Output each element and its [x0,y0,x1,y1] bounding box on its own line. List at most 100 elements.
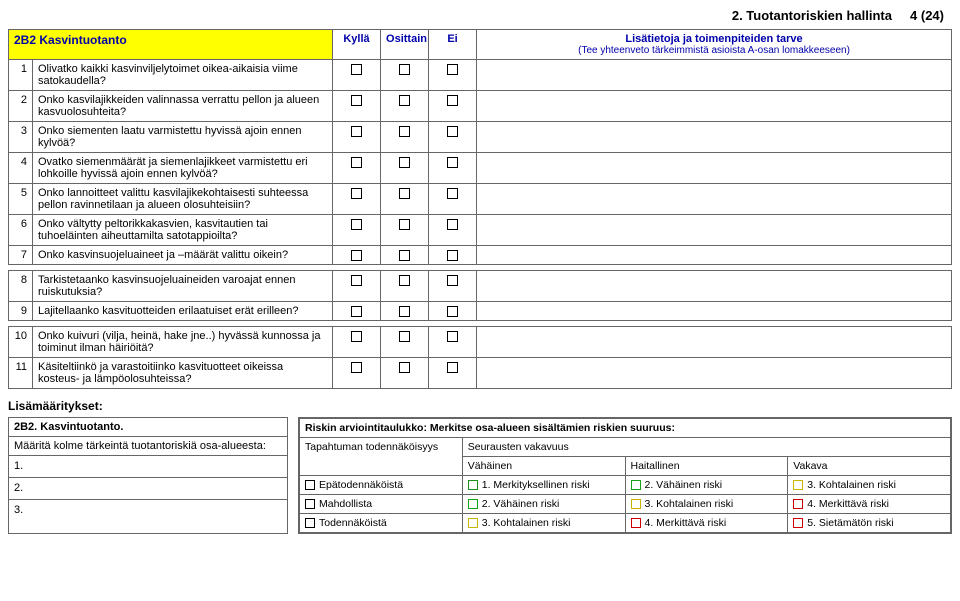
checkbox-partly[interactable] [381,60,429,91]
priority-row[interactable]: 1. [9,456,287,478]
row-number: 11 [9,358,33,389]
risk-table: Riskin arviointitaulukko: Merkitse osa-a… [299,418,951,533]
info-field[interactable] [477,302,952,321]
question-text: Onko lannoitteet valittu kasvilajikekoht… [33,184,333,215]
question-row: 6Onko vältytty peltorikkakasvien, kasvit… [9,215,952,246]
checkbox-yes[interactable] [333,215,381,246]
checkbox-yes[interactable] [333,271,381,302]
checkbox-yes[interactable] [333,246,381,265]
risk-cell[interactable]: 2. Vähäinen riski [625,476,788,495]
col-yes: Kyllä [333,30,381,60]
question-text: Tarkistetaanko kasvinsuojeluaineiden var… [33,271,333,302]
question-row: 3Onko siementen laatu varmistettu hyviss… [9,122,952,153]
checkbox-yes[interactable] [333,91,381,122]
checkbox-yes[interactable] [333,358,381,389]
question-row: 11Käsiteltiinkö ja varastoitiinko kasvit… [9,358,952,389]
row-number: 10 [9,327,33,358]
prob-cell[interactable]: Todennäköistä [300,514,463,533]
risk-cell[interactable]: 4. Merkittävä riski [625,514,788,533]
page-header: 2. Tuotantoriskien hallinta 4 (24) [8,8,952,23]
risk-cell[interactable]: 3. Kohtalainen riski [788,476,951,495]
sev-col: Haitallinen [625,457,788,476]
question-text: Onko kasvilajikkeiden valinnassa verratt… [33,91,333,122]
sev-col: Vähäinen [462,457,625,476]
section-heading: 2B2 Kasvintuotanto [9,30,333,60]
question-text: Onko kuivuri (vilja, heinä, hake jne..) … [33,327,333,358]
question-row: 1Olivatko kaikki kasvinviljelytoimet oik… [9,60,952,91]
row-number: 1 [9,60,33,91]
checkbox-no[interactable] [429,358,477,389]
risk-cell[interactable]: 2. Vähäinen riski [462,495,625,514]
row-number: 7 [9,246,33,265]
priority-title: 2B2. Kasvintuotanto. [9,418,287,437]
row-number: 3 [9,122,33,153]
info-field[interactable] [477,153,952,184]
row-number: 8 [9,271,33,302]
checkbox-no[interactable] [429,215,477,246]
info-field[interactable] [477,184,952,215]
priority-row[interactable]: 2. [9,478,287,500]
question-row: 5Onko lannoitteet valittu kasvilajikekoh… [9,184,952,215]
prob-cell[interactable]: Mahdollista [300,495,463,514]
info-field[interactable] [477,358,952,389]
checkbox-no[interactable] [429,327,477,358]
risk-cell[interactable]: 3. Kohtalainen riski [462,514,625,533]
checkbox-partly[interactable] [381,246,429,265]
risk-cell[interactable]: 1. Merkityksellinen riski [462,476,625,495]
checkbox-yes[interactable] [333,302,381,321]
col-partly: Osittain [381,30,429,60]
spec-label: Lisämääritykset: [8,399,952,413]
info-field[interactable] [477,327,952,358]
checkbox-no[interactable] [429,91,477,122]
checkbox-yes[interactable] [333,60,381,91]
risk-head: Riskin arviointitaulukko: Merkitse osa-a… [300,419,951,438]
risk-cell[interactable]: 4. Merkittävä riski [788,495,951,514]
risk-row: Mahdollista2. Vähäinen riski3. Kohtalain… [300,495,951,514]
info-field[interactable] [477,246,952,265]
question-row: 8Tarkistetaanko kasvinsuojeluaineiden va… [9,271,952,302]
priority-subtitle: Määritä kolme tärkeintä tuotantoriskiä o… [9,437,287,456]
lower-section: 2B2. Kasvintuotanto. Määritä kolme tärke… [8,417,952,534]
checkbox-no[interactable] [429,271,477,302]
checkbox-no[interactable] [429,153,477,184]
question-table: 2B2 Kasvintuotanto Kyllä Osittain Ei Lis… [8,29,952,389]
checkbox-partly[interactable] [381,358,429,389]
checkbox-no[interactable] [429,302,477,321]
question-text: Olivatko kaikki kasvinviljelytoimet oike… [33,60,333,91]
checkbox-yes[interactable] [333,327,381,358]
col-info: Lisätietoja ja toimenpiteiden tarve (Tee… [477,30,952,60]
priority-box: 2B2. Kasvintuotanto. Määritä kolme tärke… [8,417,288,534]
checkbox-partly[interactable] [381,271,429,302]
section-title: 2. Tuotantoriskien hallinta [732,8,892,23]
col-no: Ei [429,30,477,60]
priority-row[interactable]: 3. [9,500,287,522]
info-field[interactable] [477,122,952,153]
checkbox-no[interactable] [429,122,477,153]
question-text: Onko kasvinsuojeluaineet ja –määrät vali… [33,246,333,265]
checkbox-no[interactable] [429,60,477,91]
checkbox-partly[interactable] [381,327,429,358]
risk-cell[interactable]: 5. Sietämätön riski [788,514,951,533]
checkbox-no[interactable] [429,184,477,215]
row-number: 5 [9,184,33,215]
checkbox-partly[interactable] [381,91,429,122]
checkbox-partly[interactable] [381,122,429,153]
info-field[interactable] [477,60,952,91]
checkbox-yes[interactable] [333,122,381,153]
info-field[interactable] [477,215,952,246]
question-text: Lajitellaanko kasvituotteiden erilaatuis… [33,302,333,321]
checkbox-yes[interactable] [333,184,381,215]
question-text: Ovatko siemenmäärät ja siemenlajikkeet v… [33,153,333,184]
info-field[interactable] [477,271,952,302]
prob-cell[interactable]: Epätodennäköistä [300,476,463,495]
risk-cell[interactable]: 3. Kohtalainen riski [625,495,788,514]
info-field[interactable] [477,91,952,122]
checkbox-no[interactable] [429,246,477,265]
checkbox-partly[interactable] [381,215,429,246]
checkbox-partly[interactable] [381,153,429,184]
checkbox-partly[interactable] [381,302,429,321]
checkbox-partly[interactable] [381,184,429,215]
page-number: 4 (24) [910,8,944,23]
prob-label: Tapahtuman todennäköisyys [300,438,463,476]
checkbox-yes[interactable] [333,153,381,184]
